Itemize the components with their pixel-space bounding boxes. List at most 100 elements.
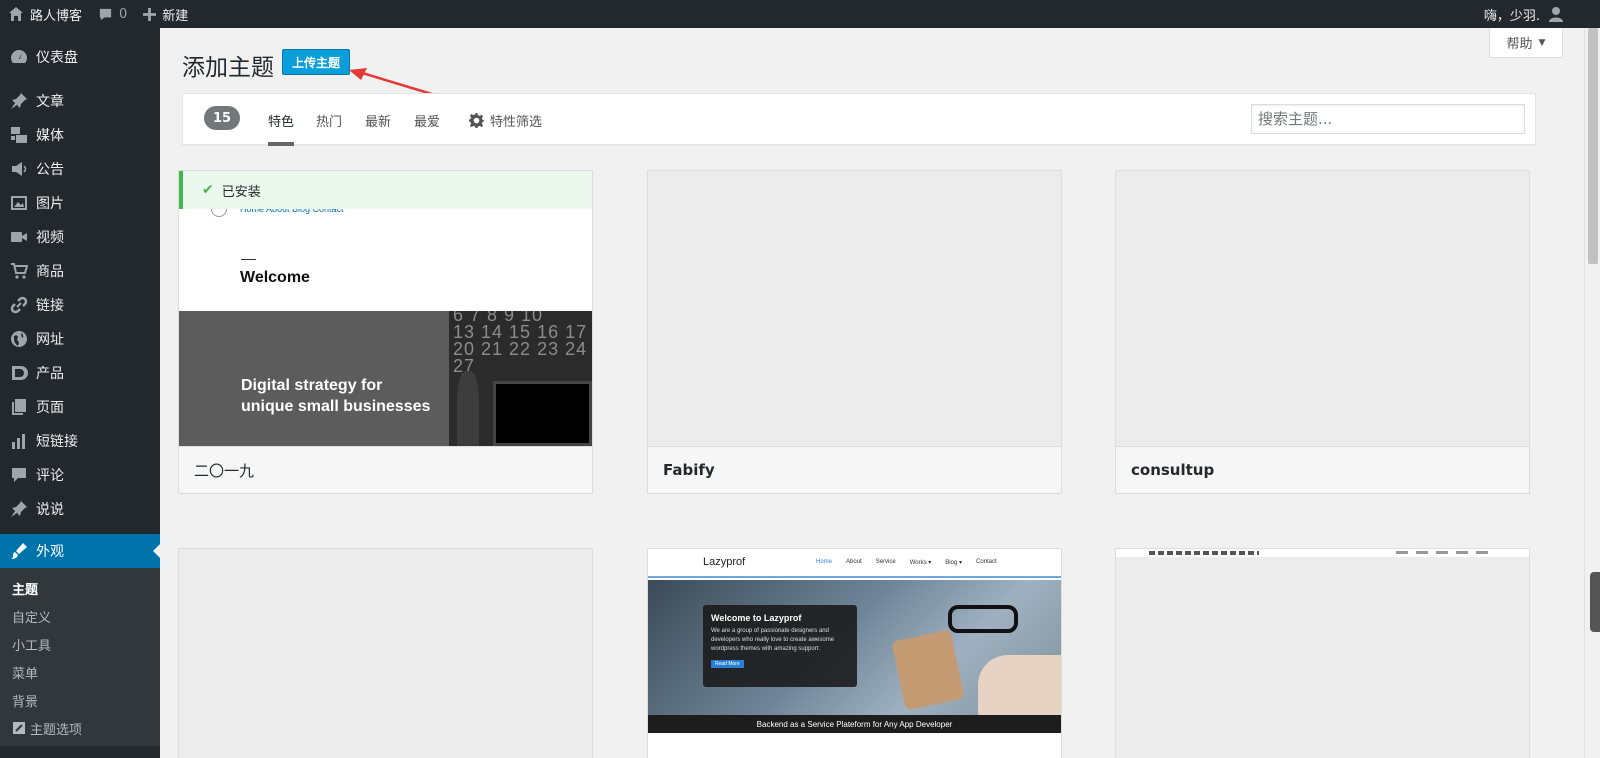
theme-name: 二〇一九 <box>179 446 592 493</box>
menu-comments[interactable]: 评论 <box>0 458 160 492</box>
menu-label: 链接 <box>36 298 64 314</box>
menu-urls[interactable]: 网址 <box>0 322 160 356</box>
pin-icon <box>9 91 29 111</box>
tab-favorites[interactable]: 最爱 <box>414 94 440 146</box>
submenu-theme-options[interactable]: 主题选项 <box>0 714 160 742</box>
submenu-menus[interactable]: 菜单 <box>0 658 160 686</box>
site-name: 路人博客 <box>30 8 83 24</box>
preview-hero-image: Welcome to Lazyprof We are a group of pa… <box>648 580 1061 715</box>
menu-label: 文章 <box>36 94 64 110</box>
menu-posts[interactable]: 文章 <box>0 84 160 118</box>
preview-headline: unique small businesses <box>241 398 431 415</box>
theme-card-fabify[interactable]: Fabify <box>647 170 1062 494</box>
menu-pages[interactable]: 页面 <box>0 390 160 424</box>
menu-products-shop[interactable]: 商品 <box>0 254 160 288</box>
submenu-label: 自定义 <box>12 610 52 626</box>
preview-header <box>1116 549 1529 557</box>
appearance-submenu: 主题 自定义 小工具 菜单 背景 主题选项 <box>0 568 160 746</box>
preview-hero-title: Welcome to Lazyprof <box>711 613 802 623</box>
preview-nav-item: Home <box>816 559 833 565</box>
theme-card-row2-1[interactable] <box>178 548 593 758</box>
dashboard-icon <box>9 47 29 67</box>
comments-count: 0 <box>119 6 128 22</box>
globe-icon <box>9 329 29 349</box>
theme-card-consultup[interactable]: consultup <box>1115 170 1530 494</box>
plus-icon <box>143 7 157 21</box>
submenu-themes[interactable]: 主题 <box>0 574 160 602</box>
menu-label: 网址 <box>36 332 64 348</box>
preview-nav-item: Contact <box>975 559 997 565</box>
side-widget-handle[interactable] <box>1590 572 1600 632</box>
comment-icon <box>99 8 112 20</box>
caret-down-icon: ▼ <box>1538 37 1546 48</box>
theme-card-lazyprof[interactable]: Lazyprof Home About Service Works ▾ Blog… <box>647 548 1062 758</box>
submenu-label: 背景 <box>12 694 39 710</box>
preview-footer-strip: Backend as a Service Plateform for Any A… <box>648 715 1061 733</box>
preview-divider <box>241 259 256 260</box>
video-icon <box>9 227 29 247</box>
user-avatar-icon <box>1549 7 1563 22</box>
theme-count-badge: 15 <box>204 106 240 130</box>
menu-images[interactable]: 图片 <box>0 186 160 220</box>
menu-media[interactable]: 媒体 <box>0 118 160 152</box>
menu-label: 评论 <box>36 468 64 484</box>
theme-screenshot <box>648 171 1061 446</box>
preview-hero-text: We are a group of passionate designers a… <box>711 628 835 652</box>
menu-label: 说说 <box>36 502 64 518</box>
search-themes-input[interactable] <box>1251 104 1525 134</box>
menu-announcements[interactable]: 公告 <box>0 152 160 186</box>
installed-label: 已安装 <box>221 184 261 200</box>
menu-label: 商品 <box>36 264 64 280</box>
preview-hero-button: Read More <box>711 660 744 668</box>
new-content-link[interactable]: 新建 <box>135 0 196 28</box>
tab-popular[interactable]: 热门 <box>316 94 342 146</box>
submenu-customize[interactable]: 自定义 <box>0 602 160 630</box>
chart-icon <box>9 431 29 451</box>
theme-screenshot <box>179 549 592 758</box>
tab-featured[interactable]: 特色 <box>268 94 295 146</box>
preview-header: Lazyprof Home About Service Works ▾ Blog… <box>648 549 1061 578</box>
submenu-widgets[interactable]: 小工具 <box>0 630 160 658</box>
feature-filter-label: 特性筛选 <box>490 114 543 130</box>
submenu-label: 小工具 <box>12 638 52 654</box>
cart-icon <box>9 261 29 281</box>
preview-nav-item: Works ▾ <box>909 560 932 566</box>
menu-links[interactable]: 链接 <box>0 288 160 322</box>
menu-short-links[interactable]: 短链接 <box>0 424 160 458</box>
menu-appearance[interactable]: 外观 <box>0 534 160 568</box>
page-title: 添加主题 <box>182 55 274 81</box>
pin-icon <box>9 499 29 519</box>
menu-videos[interactable]: 视频 <box>0 220 160 254</box>
appearance-icon <box>9 541 29 561</box>
page-scrollbar[interactable] <box>1584 28 1600 758</box>
feature-filter-button[interactable]: 特性筛选 <box>469 94 542 146</box>
preview-nav-item: About <box>846 559 862 565</box>
preview-monitor <box>493 381 592 446</box>
installed-notice: ✔ 已安装 <box>179 171 592 209</box>
tab-latest[interactable]: 最新 <box>365 94 391 146</box>
scrollbar-thumb[interactable] <box>1588 28 1598 264</box>
menu-dashboard[interactable]: 仪表盘 <box>0 40 160 74</box>
preview-nav-item: Service <box>875 559 896 565</box>
theme-card-twentynineteen[interactable]: ✔ 已安装 Home About Blog Contact Welcome 6 … <box>178 170 593 494</box>
preview-logo: Lazyprof <box>703 556 746 568</box>
menu-products[interactable]: 产品 <box>0 356 160 390</box>
product-icon <box>9 363 29 383</box>
new-label: 新建 <box>162 8 189 24</box>
theme-name: Fabify <box>648 446 1061 493</box>
help-tab-button[interactable]: 帮助 ▼ <box>1489 28 1563 58</box>
site-name-link[interactable]: 路人博客 <box>0 0 90 28</box>
link-icon <box>9 295 29 315</box>
comments-link[interactable]: 0 <box>90 0 135 28</box>
menu-shuoshuo[interactable]: 说说 <box>0 492 160 526</box>
theme-screenshot: Lazyprof Home About Service Works ▾ Blog… <box>648 549 1061 758</box>
image-icon <box>9 193 29 213</box>
submenu-background[interactable]: 背景 <box>0 686 160 714</box>
preview-hero: 6 7 8 9 10 13 14 15 16 17 20 21 22 23 24… <box>179 311 592 446</box>
upload-theme-button[interactable]: 上传主题 <box>282 49 351 75</box>
main-content: 帮助 ▼ 添加主题 上传主题 15 特色 热门 最新 最爱 特性筛选 ✔ 已安装… <box>160 28 1600 758</box>
my-account-link[interactable]: 嗨，少羽. <box>1476 0 1572 28</box>
gear-icon <box>469 112 484 128</box>
theme-card-row2-3[interactable] <box>1115 548 1530 758</box>
submenu-label: 菜单 <box>12 666 39 682</box>
